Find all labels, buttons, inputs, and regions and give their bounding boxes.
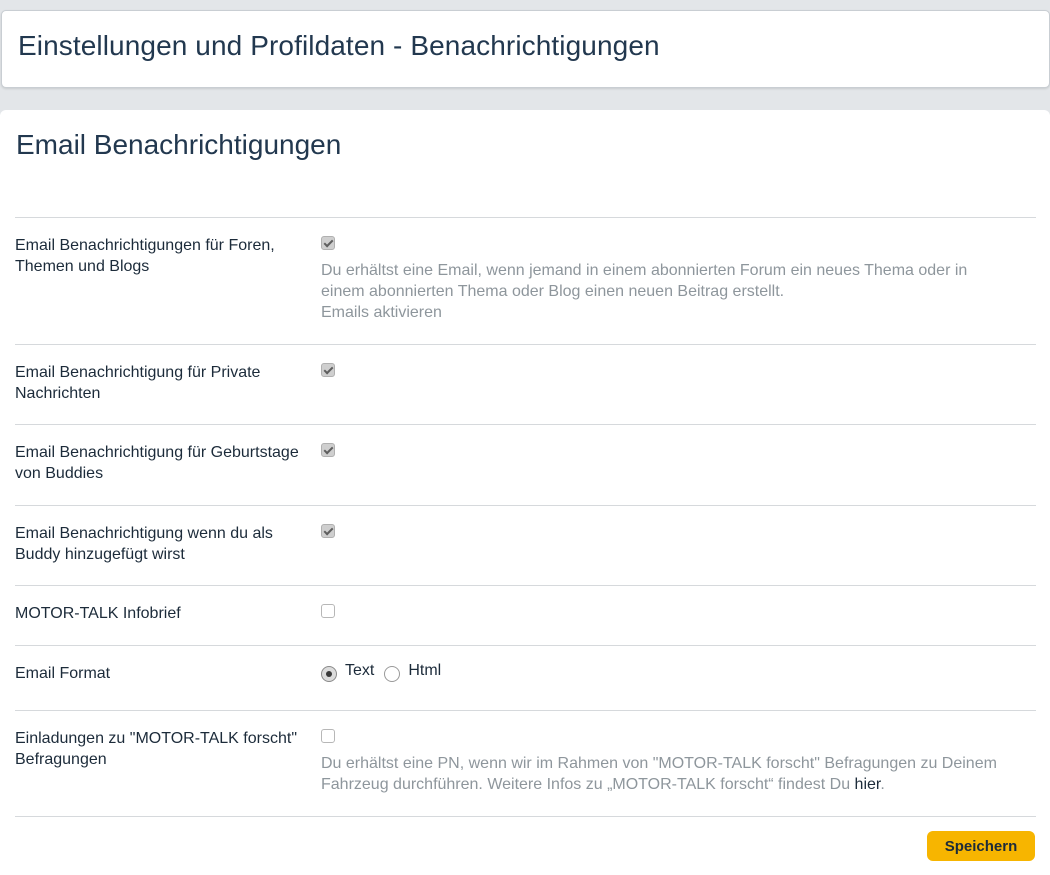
setting-label: Einladungen zu "MOTOR-TALK forscht" Befr… xyxy=(15,730,297,768)
radio-option-text[interactable]: Text xyxy=(321,660,374,682)
setting-label: Email Format xyxy=(15,665,111,682)
setting-row-private-messages: Email Benachrichtigung für Private Nachr… xyxy=(15,345,1036,425)
setting-label: Email Benachrichtigung wenn du als Buddy… xyxy=(15,525,273,563)
radio-text[interactable] xyxy=(321,666,337,682)
emails-activate-text: Emails aktivieren xyxy=(321,304,442,321)
email-format-radio-group: Text Html xyxy=(321,660,1021,682)
setting-label: Email Benachrichtigung für Private Nachr… xyxy=(15,364,261,402)
motor-talk-forscht-checkbox[interactable] xyxy=(321,729,335,743)
section-title: Email Benachrichtigungen xyxy=(16,129,342,160)
page-header: Einstellungen und Profildaten - Benachri… xyxy=(1,10,1050,88)
setting-description: Du erhältst eine PN, wenn wir im Rahmen … xyxy=(321,755,997,793)
setting-control: Du erhältst eine PN, wenn wir im Rahmen … xyxy=(321,728,1021,795)
setting-row-buddy-added: Email Benachrichtigung wenn du als Buddy… xyxy=(15,506,1036,586)
setting-description: Du erhältst eine Email, wenn jemand in e… xyxy=(321,260,1021,323)
settings-list: Email Benachrichtigungen für Foren, Them… xyxy=(15,217,1036,817)
infobrief-checkbox[interactable] xyxy=(321,604,335,618)
setting-row-motor-talk-forscht: Einladungen zu "MOTOR-TALK forscht" Befr… xyxy=(15,711,1036,817)
radio-html[interactable] xyxy=(384,666,401,682)
setting-control: Text Html xyxy=(321,660,1021,682)
setting-control xyxy=(321,442,1021,457)
setting-label: Email Benachrichtigung für Geburtstage v… xyxy=(15,444,299,482)
radio-label-text: Text xyxy=(345,662,375,679)
setting-row-email-format: Email Format Text Html xyxy=(15,646,1036,711)
setting-row-forum-notifications: Email Benachrichtigungen für Foren, Them… xyxy=(15,218,1036,345)
setting-control xyxy=(321,362,1021,377)
save-button[interactable]: Speichern xyxy=(927,831,1035,861)
setting-control xyxy=(321,603,1021,618)
page-title: Einstellungen und Profildaten - Benachri… xyxy=(18,30,660,61)
radio-label-html: Html xyxy=(408,662,442,679)
settings-card: Email Benachrichtigungen Email Benachric… xyxy=(0,110,1050,875)
more-info-link[interactable]: hier xyxy=(855,776,881,793)
buddy-birthdays-checkbox[interactable] xyxy=(321,443,335,457)
setting-control: Du erhältst eine Email, wenn jemand in e… xyxy=(321,235,1021,323)
setting-control xyxy=(321,523,1021,538)
radio-option-html[interactable]: Html xyxy=(384,660,441,682)
forum-notifications-checkbox[interactable] xyxy=(321,236,335,250)
setting-label: MOTOR-TALK Infobrief xyxy=(15,605,181,622)
setting-label: Email Benachrichtigungen für Foren, Them… xyxy=(15,237,275,275)
setting-row-infobrief: MOTOR-TALK Infobrief xyxy=(15,586,1036,646)
buddy-added-checkbox[interactable] xyxy=(321,524,335,538)
private-messages-checkbox[interactable] xyxy=(321,363,335,377)
setting-row-buddy-birthdays: Email Benachrichtigung für Geburtstage v… xyxy=(15,425,1036,506)
